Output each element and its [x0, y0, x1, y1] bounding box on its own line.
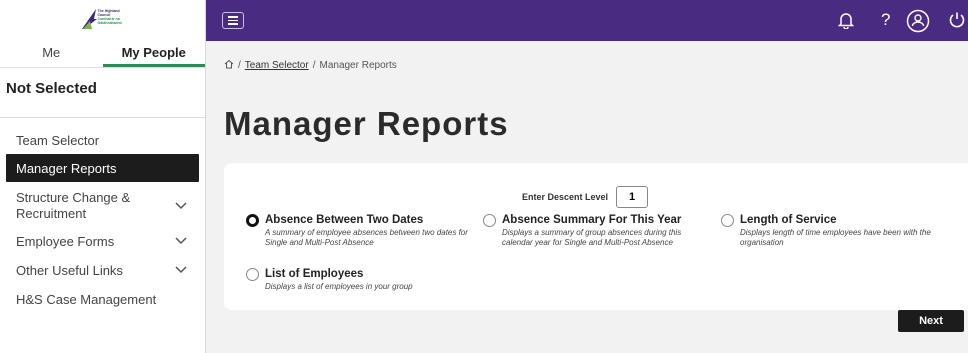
breadcrumb: / Team Selector / Manager Reports — [224, 59, 397, 72]
top-bar: ? — [206, 0, 968, 41]
sidebar-item-employee-forms[interactable]: Employee Forms — [0, 226, 205, 256]
chevron-down-icon[interactable] — [175, 266, 187, 274]
sidebar-item-team-selector[interactable]: Team Selector — [0, 126, 205, 154]
sidebar-item-label: Structure Change & Recruitment — [16, 190, 131, 221]
help-icon[interactable]: ? — [881, 10, 890, 30]
report-option-description: Displays a list of employees in your gro… — [265, 282, 413, 291]
radio-button[interactable] — [721, 214, 734, 227]
breadcrumb-separator: / — [312, 60, 316, 71]
descent-level-group: Enter Descent Level — [522, 186, 649, 208]
sidebar-item-manager-reports[interactable]: Manager Reports — [6, 154, 199, 182]
tab-my-people[interactable]: My People — [102, 42, 205, 67]
sidebar-nav: Team Selector Manager Reports Structure … — [0, 118, 205, 314]
report-option-description: Displays a summary of group absences dur… — [502, 228, 682, 247]
report-option-absence-summary-year[interactable]: Absence Summary For This Year Displays a… — [483, 213, 718, 247]
next-button[interactable]: Next — [898, 310, 964, 332]
tab-me[interactable]: Me — [0, 42, 103, 67]
report-form-card: Enter Descent Level Absence Between Two … — [224, 163, 968, 310]
sidebar-item-hs-case-management[interactable]: H&S Case Management — [0, 284, 205, 314]
radio-button[interactable] — [246, 268, 259, 281]
descent-level-label: Enter Descent Level — [522, 192, 609, 202]
sidebar-item-structure-change[interactable]: Structure Change & Recruitment — [0, 186, 205, 226]
selection-status: Not Selected — [0, 68, 205, 118]
radio-button-selected[interactable] — [246, 214, 259, 227]
bell-icon[interactable] — [837, 11, 855, 34]
sidebar-tabs: Me My People — [0, 42, 205, 68]
logo-area: The Highland Council Comhairle na Gàidhe… — [0, 0, 205, 42]
report-option-length-of-service[interactable]: Length of Service Displays length of tim… — [721, 213, 961, 247]
sidebar-item-label: Employee Forms — [16, 233, 115, 249]
report-option-absence-two-dates[interactable]: Absence Between Two Dates A summary of e… — [246, 213, 481, 247]
chevron-down-icon[interactable] — [175, 202, 187, 210]
report-option-title: Length of Service — [740, 214, 837, 226]
council-emblem-icon — [81, 9, 97, 29]
report-option-title: Absence Between Two Dates — [265, 214, 424, 226]
sidebar-item-label: Manager Reports — [16, 160, 117, 176]
logo-line: Gàidhealtachd — [97, 21, 122, 25]
report-option-description: A summary of employee absences between t… — [265, 228, 468, 247]
radio-button[interactable] — [483, 214, 496, 227]
report-option-title: Absence Summary For This Year — [502, 214, 682, 226]
sidebar-item-other-useful-links[interactable]: Other Useful Links — [0, 256, 205, 284]
menu-icon[interactable] — [222, 12, 244, 29]
breadcrumb-separator: / — [238, 60, 241, 71]
breadcrumb-team-selector[interactable]: Team Selector — [245, 60, 309, 71]
sidebar: The Highland Council Comhairle na Gàidhe… — [0, 0, 206, 353]
user-icon[interactable] — [906, 9, 930, 38]
report-option-title: List of Employees — [265, 268, 364, 280]
logo-text: The Highland Council Comhairle na Gàidhe… — [98, 9, 126, 25]
page-title: Manager Reports — [224, 105, 509, 142]
breadcrumb-current: Manager Reports — [319, 60, 397, 71]
sidebar-item-label: Team Selector — [16, 132, 100, 148]
chevron-down-icon[interactable] — [175, 237, 187, 245]
power-icon[interactable] — [948, 11, 966, 34]
sidebar-item-label: H&S Case Management — [16, 291, 157, 307]
council-logo[interactable]: The Highland Council Comhairle na Gàidhe… — [80, 7, 126, 35]
home-icon[interactable] — [224, 59, 234, 72]
sidebar-item-label: Other Useful Links — [16, 262, 123, 278]
report-option-list-of-employees[interactable]: List of Employees Displays a list of emp… — [246, 267, 481, 292]
descent-level-input[interactable] — [616, 186, 649, 208]
report-option-description: Displays length of time employees have b… — [740, 228, 931, 247]
